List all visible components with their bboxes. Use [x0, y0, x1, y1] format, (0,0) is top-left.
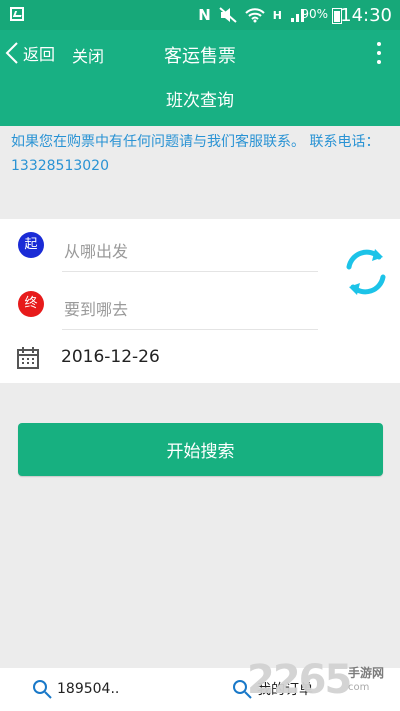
clock: 14:30 — [340, 5, 392, 26]
end-badge: 终 — [18, 291, 44, 317]
status-icons: N H — [198, 5, 306, 25]
watermark-url: com — [348, 682, 370, 693]
divider — [62, 329, 318, 330]
carrier-mark: N — [198, 6, 211, 24]
more-options-icon[interactable] — [374, 42, 384, 64]
travel-date[interactable]: 2016-12-26 — [61, 347, 160, 367]
divider — [62, 271, 318, 272]
mute-icon — [219, 7, 237, 23]
watermark-text: 手游网 — [348, 666, 385, 680]
swap-route-icon[interactable] — [337, 243, 395, 301]
destination-input[interactable] — [62, 289, 322, 329]
customer-service-notice: 如果您在购票中有任何问题请与我们客服联系。 联系电话：13328513020 — [11, 134, 380, 174]
account-label: 189504.. — [57, 681, 120, 697]
image-icon — [10, 7, 24, 21]
signal-type: H — [272, 8, 282, 22]
search-button[interactable]: 开始搜索 — [18, 423, 383, 476]
departure-input[interactable] — [62, 231, 322, 271]
search-icon — [33, 680, 52, 699]
app-header: 返回 关闭 客运售票 — [0, 30, 400, 76]
wifi-icon — [245, 8, 265, 23]
page-title: 客运售票 — [164, 46, 236, 67]
calendar-icon — [17, 347, 39, 369]
account-search-item[interactable]: 189504.. — [32, 678, 119, 700]
battery-text: 90% — [301, 7, 328, 21]
watermark-number: 2265 — [247, 657, 352, 703]
route-form: 起 终 2016-12-26 — [0, 219, 400, 383]
watermark-logo: 2265 手游网 com — [247, 657, 397, 711]
start-badge: 起 — [18, 232, 44, 258]
status-bar: N H 90% 14:30 — [0, 0, 400, 30]
section-title: 班次查询 — [0, 76, 400, 126]
